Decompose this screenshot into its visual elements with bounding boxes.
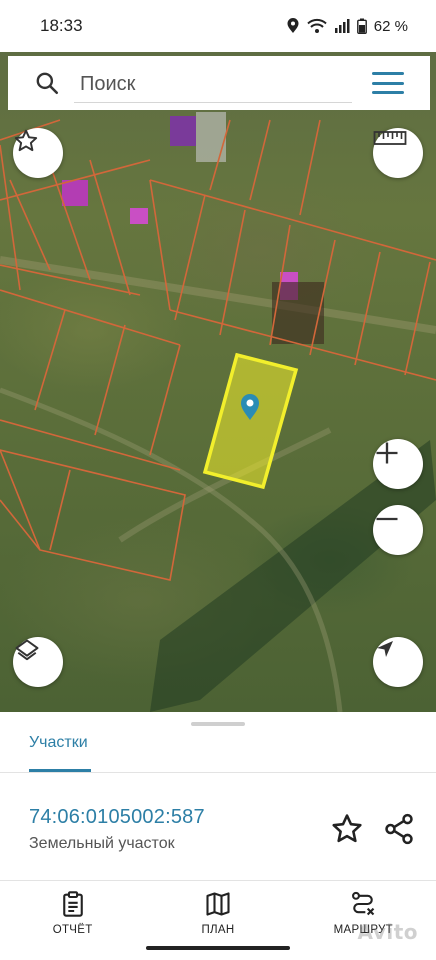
plus-icon	[376, 442, 398, 464]
star-icon	[14, 129, 38, 152]
favorites-button[interactable]	[13, 128, 63, 178]
my-location-button[interactable]	[373, 637, 423, 687]
parcel-cadastral-number[interactable]: 74:06:0105002:587	[29, 806, 205, 829]
navigation-arrow-icon	[377, 641, 393, 657]
battery-icon	[356, 18, 367, 34]
ruler-icon	[373, 131, 407, 145]
share-icon[interactable]	[382, 812, 416, 846]
sheet-drag-handle[interactable]	[191, 722, 245, 726]
menu-button[interactable]	[368, 66, 408, 100]
signal-icon	[334, 19, 350, 33]
building-roof	[170, 116, 196, 146]
layers-icon	[15, 639, 39, 661]
battery-percent: 62 %	[373, 17, 408, 35]
hamburger-line	[372, 91, 404, 94]
nav-plan-label: ПЛАН	[201, 924, 235, 936]
home-indicator[interactable]	[146, 946, 290, 950]
location-icon	[287, 18, 299, 33]
nav-report[interactable]: ОТЧЁТ	[0, 882, 145, 942]
parcel-type: Земельный участок	[29, 835, 175, 852]
minus-icon	[376, 517, 398, 521]
nav-report-label: ОТЧЁТ	[52, 924, 93, 936]
hamburger-line	[372, 72, 404, 75]
search-bar	[8, 56, 430, 110]
bottom-sheet: Участки 74:06:0105002:587 Земельный учас…	[0, 712, 436, 960]
tab-parcels[interactable]: Участки	[29, 734, 88, 752]
star-icon[interactable]	[330, 812, 364, 846]
route-icon	[352, 891, 375, 916]
building-roof	[130, 208, 148, 224]
nav-plan[interactable]: ПЛАН	[145, 882, 290, 942]
search-input[interactable]	[74, 63, 352, 103]
divider	[0, 772, 436, 773]
hamburger-line	[372, 81, 404, 85]
status-time: 18:33	[40, 16, 83, 35]
avito-watermark: Avito	[357, 920, 418, 944]
zoom-out-button[interactable]	[373, 505, 423, 555]
zoom-in-button[interactable]	[373, 439, 423, 489]
layers-button[interactable]	[13, 637, 63, 687]
clipboard-icon	[62, 891, 83, 917]
search-icon[interactable]	[34, 70, 60, 96]
ruler-button[interactable]	[373, 128, 423, 178]
status-icons: 62 %	[286, 18, 408, 35]
wifi-icon	[307, 18, 327, 33]
map-icon	[206, 892, 230, 916]
status-bar: 18:33 62 %	[0, 0, 436, 52]
divider	[0, 880, 436, 881]
selected-parcel[interactable]	[202, 352, 299, 490]
building-roof	[62, 180, 88, 206]
